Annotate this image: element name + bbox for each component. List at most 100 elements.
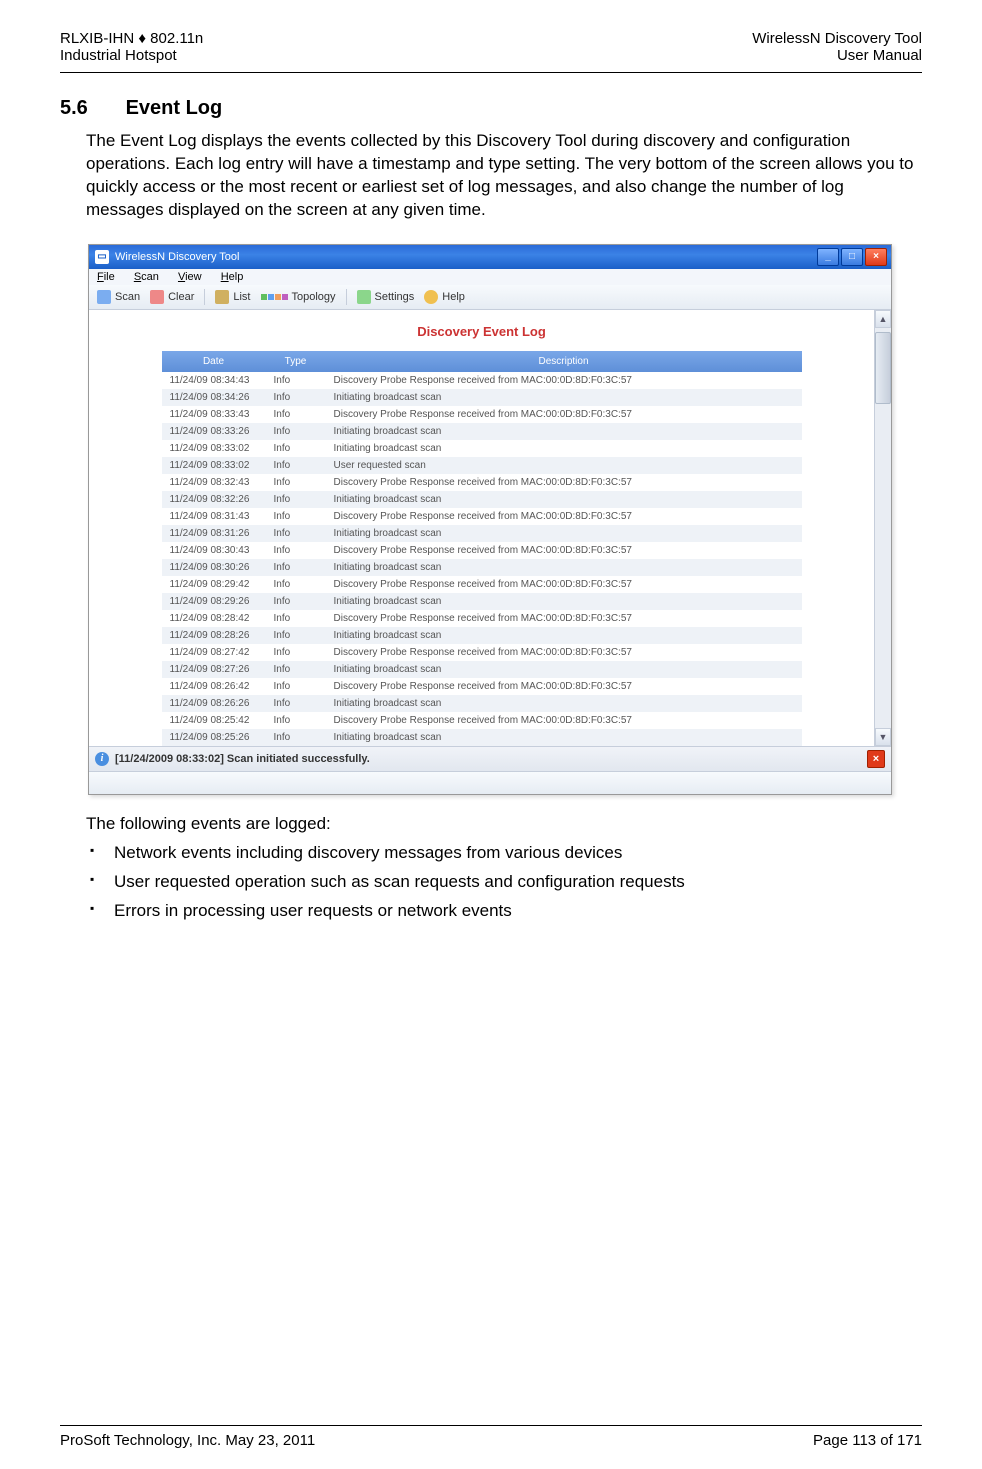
table-row[interactable]: 11/24/09 08:28:26InfoInitiating broadcas… [162, 627, 802, 644]
cell-desc: Discovery Probe Response received from M… [326, 474, 802, 491]
table-row[interactable]: 11/24/09 08:28:42InfoDiscovery Probe Res… [162, 610, 802, 627]
toolbar-separator [204, 289, 205, 305]
menu-help[interactable]: Help [221, 271, 244, 283]
table-row[interactable]: 11/24/09 08:33:43InfoDiscovery Probe Res… [162, 406, 802, 423]
toolbar-settings[interactable]: Settings [357, 290, 415, 304]
cell-desc: Discovery Probe Response received from M… [326, 576, 802, 593]
scroll-down-icon[interactable]: ▼ [875, 728, 891, 746]
col-date[interactable]: Date [162, 351, 266, 372]
table-row[interactable]: 11/24/09 08:25:26InfoInitiating broadcas… [162, 729, 802, 746]
cell-type: Info [266, 593, 326, 610]
cell-desc: Initiating broadcast scan [326, 661, 802, 678]
cell-desc: Discovery Probe Response received from M… [326, 542, 802, 559]
cell-type: Info [266, 474, 326, 491]
info-icon: i [95, 752, 109, 766]
table-row[interactable]: 11/24/09 08:34:43InfoDiscovery Probe Res… [162, 372, 802, 389]
cell-type: Info [266, 661, 326, 678]
toolbar-clear[interactable]: Clear [150, 290, 194, 304]
table-row[interactable]: 11/24/09 08:25:42InfoDiscovery Probe Res… [162, 712, 802, 729]
cell-type: Info [266, 627, 326, 644]
cell-desc: Initiating broadcast scan [326, 627, 802, 644]
scroll-up-icon[interactable]: ▲ [875, 310, 891, 328]
cell-desc: Initiating broadcast scan [326, 559, 802, 576]
cell-date: 11/24/09 08:27:26 [162, 661, 266, 678]
table-row[interactable]: 11/24/09 08:29:26InfoInitiating broadcas… [162, 593, 802, 610]
table-row[interactable]: 11/24/09 08:32:43InfoDiscovery Probe Res… [162, 474, 802, 491]
events-logged-intro: The following events are logged: [86, 813, 922, 836]
header-left-2: Industrial Hotspot [60, 47, 203, 64]
cell-date: 11/24/09 08:31:26 [162, 525, 266, 542]
toolbar-help[interactable]: Help [424, 290, 465, 304]
toolbar-list-label: List [233, 291, 250, 303]
table-row[interactable]: 11/24/09 08:26:26InfoInitiating broadcas… [162, 695, 802, 712]
scroll-thumb[interactable] [875, 332, 891, 404]
list-icon [215, 290, 229, 304]
footer-company: ProSoft Technology, Inc. [60, 1432, 221, 1449]
table-row[interactable]: 11/24/09 08:26:42InfoDiscovery Probe Res… [162, 678, 802, 695]
toolbar-settings-label: Settings [375, 291, 415, 303]
cell-desc: Initiating broadcast scan [326, 389, 802, 406]
table-row[interactable]: 11/24/09 08:30:26InfoInitiating broadcas… [162, 559, 802, 576]
cell-type: Info [266, 729, 326, 746]
table-row[interactable]: 11/24/09 08:33:02InfoUser requested scan [162, 457, 802, 474]
window-titlebar[interactable]: ▭ WirelessN Discovery Tool _ □ × [89, 245, 891, 269]
close-button[interactable]: × [865, 248, 887, 266]
section-heading: 5.6 Event Log [60, 97, 922, 120]
cell-type: Info [266, 457, 326, 474]
table-row[interactable]: 11/24/09 08:31:43InfoDiscovery Probe Res… [162, 508, 802, 525]
menu-file[interactable]: File [97, 271, 115, 283]
col-desc[interactable]: Description [326, 351, 802, 372]
menu-scan[interactable]: Scan [134, 271, 159, 283]
cell-desc: Initiating broadcast scan [326, 423, 802, 440]
cell-desc: Discovery Probe Response received from M… [326, 610, 802, 627]
col-type[interactable]: Type [266, 351, 326, 372]
cell-desc: Discovery Probe Response received from M… [326, 372, 802, 389]
table-row[interactable]: 11/24/09 08:27:26InfoInitiating broadcas… [162, 661, 802, 678]
header-left-1: RLXIB-IHN ♦ 802.11n [60, 30, 203, 47]
cell-desc: Discovery Probe Response received from M… [326, 644, 802, 661]
toolbar-scan-label: Scan [115, 291, 140, 303]
list-item: Errors in processing user requests or ne… [86, 900, 922, 923]
cell-desc: Discovery Probe Response received from M… [326, 678, 802, 695]
toolbar-topology[interactable]: Topology [261, 291, 336, 303]
cell-desc: Initiating broadcast scan [326, 729, 802, 746]
status-close-icon[interactable]: × [867, 750, 885, 768]
page-header: RLXIB-IHN ♦ 802.11n Industrial Hotspot W… [60, 30, 922, 73]
scan-icon [97, 290, 111, 304]
table-row[interactable]: 11/24/09 08:32:26InfoInitiating broadcas… [162, 491, 802, 508]
table-row[interactable]: 11/24/09 08:34:26InfoInitiating broadcas… [162, 389, 802, 406]
table-row[interactable]: 11/24/09 08:33:26InfoInitiating broadcas… [162, 423, 802, 440]
page-footer: ProSoft Technology, Inc. May 23, 2011 Pa… [60, 1425, 922, 1449]
cell-type: Info [266, 576, 326, 593]
toolbar-separator [346, 289, 347, 305]
cell-desc: Initiating broadcast scan [326, 440, 802, 457]
toolbar-list[interactable]: List [215, 290, 250, 304]
cell-type: Info [266, 491, 326, 508]
cell-date: 11/24/09 08:27:42 [162, 644, 266, 661]
table-row[interactable]: 11/24/09 08:27:42InfoDiscovery Probe Res… [162, 644, 802, 661]
toolbar-scan[interactable]: Scan [97, 290, 140, 304]
window-bottom-bar [89, 771, 891, 794]
minimize-button[interactable]: _ [817, 248, 839, 266]
table-row[interactable]: 11/24/09 08:33:02InfoInitiating broadcas… [162, 440, 802, 457]
intro-paragraph: The Event Log displays the events collec… [86, 130, 922, 222]
cell-date: 11/24/09 08:34:26 [162, 389, 266, 406]
table-row[interactable]: 11/24/09 08:30:43InfoDiscovery Probe Res… [162, 542, 802, 559]
cell-date: 11/24/09 08:25:26 [162, 729, 266, 746]
section-number: 5.6 [60, 97, 120, 120]
cell-date: 11/24/09 08:33:02 [162, 457, 266, 474]
vertical-scrollbar[interactable]: ▲ ▼ [874, 310, 891, 746]
table-row[interactable]: 11/24/09 08:31:26InfoInitiating broadcas… [162, 525, 802, 542]
table-row[interactable]: 11/24/09 08:29:42InfoDiscovery Probe Res… [162, 576, 802, 593]
clear-icon [150, 290, 164, 304]
cell-type: Info [266, 372, 326, 389]
cell-date: 11/24/09 08:34:43 [162, 372, 266, 389]
app-screenshot: ▭ WirelessN Discovery Tool _ □ × File Sc… [88, 244, 892, 795]
menu-view[interactable]: View [178, 271, 202, 283]
cell-date: 11/24/09 08:25:42 [162, 712, 266, 729]
maximize-button[interactable]: □ [841, 248, 863, 266]
cell-type: Info [266, 695, 326, 712]
cell-date: 11/24/09 08:33:26 [162, 423, 266, 440]
window-title: WirelessN Discovery Tool [115, 251, 240, 263]
cell-desc: Initiating broadcast scan [326, 695, 802, 712]
